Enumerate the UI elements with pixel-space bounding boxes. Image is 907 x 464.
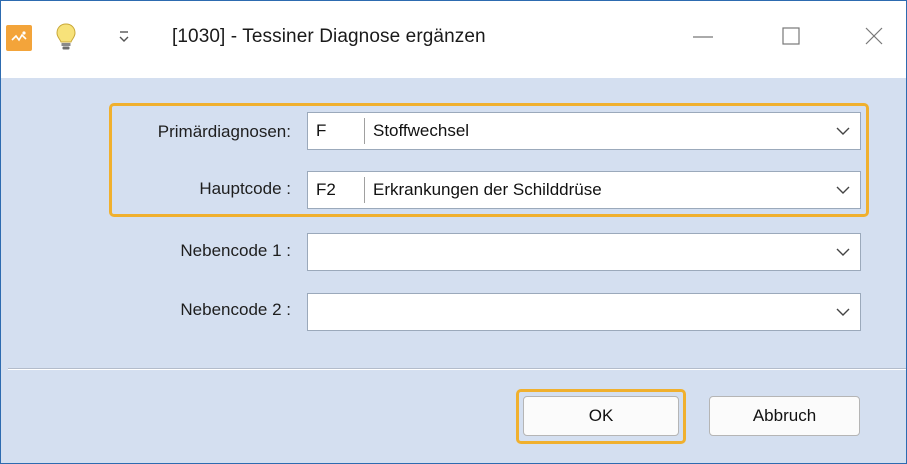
footer-divider — [8, 368, 906, 370]
main-code-description: Erkrankungen der Schilddrüse — [373, 180, 602, 199]
ok-button[interactable]: OK — [523, 396, 679, 436]
maximize-button[interactable] — [769, 19, 813, 55]
main-code-code: F2 — [316, 180, 336, 199]
chevron-down-icon — [836, 186, 850, 194]
code-separator — [364, 177, 365, 203]
cancel-button[interactable]: Abbruch — [709, 396, 860, 436]
primary-diagnosis-select[interactable]: F Stoffwechsel — [307, 112, 861, 150]
app-icon[interactable] — [6, 25, 32, 51]
main-code-select[interactable]: F2 Erkrankungen der Schilddrüse — [307, 171, 861, 209]
primary-diagnosis-code: F — [316, 121, 327, 140]
main-code-label: Hauptcode : — [199, 179, 291, 198]
primary-diagnosis-label: Primärdiagnosen: — [157, 122, 291, 141]
sub-code-2-select[interactable] — [307, 293, 861, 331]
sub-code-2-label: Nebencode 2 : — [180, 300, 291, 319]
code-separator — [364, 118, 365, 144]
minimize-button[interactable] — [681, 19, 725, 55]
chevron-down-icon — [836, 127, 850, 135]
title-bar: [1030] - Tessiner Diagnose ergänzen — [1, 1, 906, 78]
lightbulb-icon[interactable] — [55, 22, 77, 52]
quick-access-dropdown-icon[interactable] — [117, 28, 131, 46]
chevron-down-icon — [836, 248, 850, 256]
sub-code-1-select[interactable] — [307, 233, 861, 271]
primary-diagnosis-description: Stoffwechsel — [373, 121, 470, 140]
sub-code-1-label: Nebencode 1 : — [180, 241, 291, 260]
chevron-down-icon — [836, 308, 850, 316]
close-button[interactable] — [852, 19, 896, 55]
window-title: [1030] - Tessiner Diagnose ergänzen — [172, 26, 486, 47]
dialog-window: [1030] - Tessiner Diagnose ergänzen Prim… — [0, 0, 907, 464]
